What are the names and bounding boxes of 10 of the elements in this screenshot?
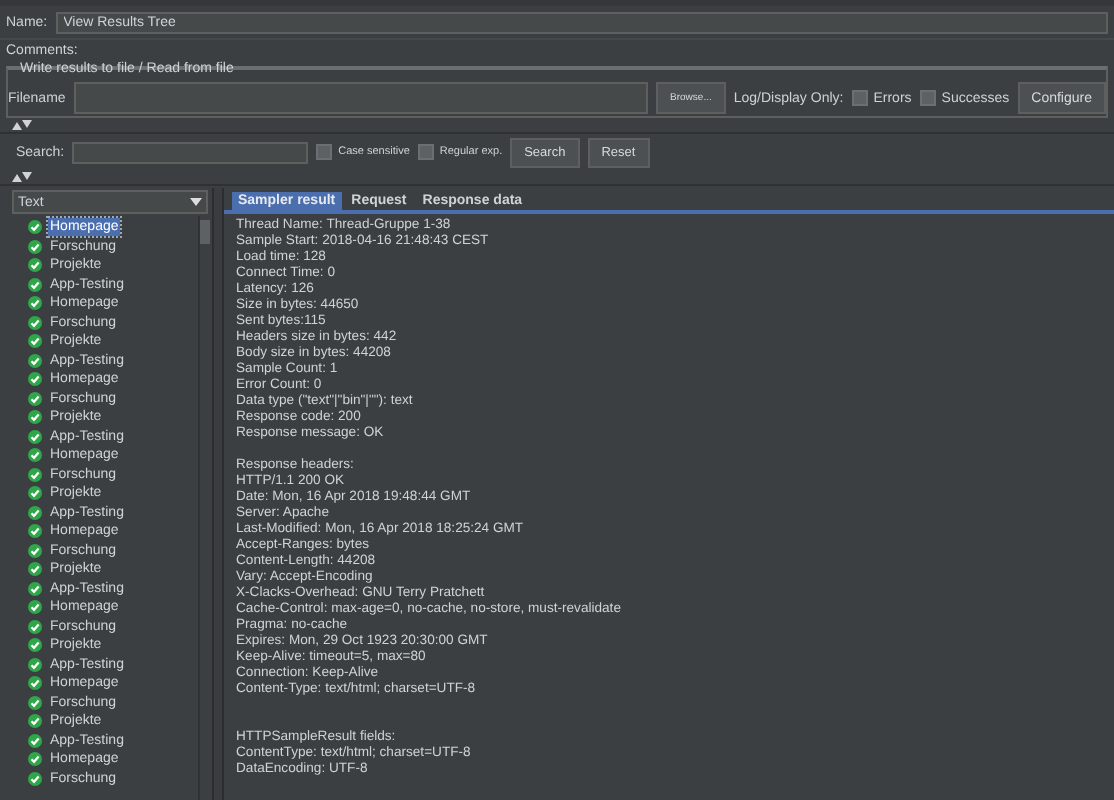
checkbox[interactable] — [851, 90, 868, 106]
collapse-arrows-icon[interactable] — [12, 120, 32, 130]
collapse-arrows-icon[interactable] — [12, 172, 32, 182]
checkbox[interactable] — [919, 90, 936, 106]
search-field[interactable] — [72, 141, 309, 163]
checkbox[interactable] — [417, 144, 434, 160]
filename-field[interactable] — [73, 82, 649, 114]
dropdown-caret-icon[interactable] — [190, 198, 202, 206]
checkbox[interactable] — [316, 144, 333, 160]
scrollbar-thumb[interactable] — [200, 220, 210, 244]
